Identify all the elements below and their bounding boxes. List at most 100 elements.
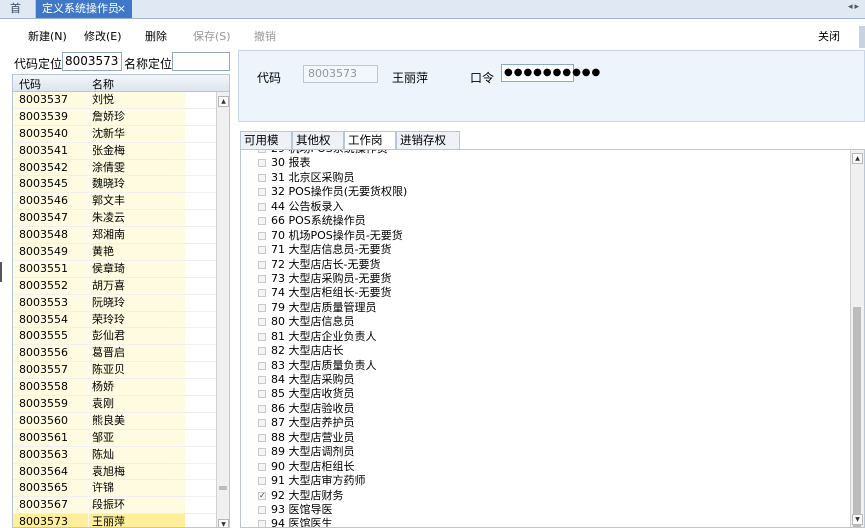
scroll-down-icon[interactable]: ▼ xyxy=(852,514,863,525)
cell-name: 袁旭梅 xyxy=(89,463,185,480)
scroll-up-icon[interactable]: ▲ xyxy=(218,96,229,107)
checkbox-checked-icon[interactable]: ✓ xyxy=(258,491,266,500)
cell-name: 陈亚贝 xyxy=(89,362,185,379)
list-item-label: 82 大型店店长 xyxy=(271,344,344,358)
cell-name: 胡万喜 xyxy=(89,277,185,294)
table-row[interactable]: 8003552 胡万喜 xyxy=(13,277,216,295)
cancel-button[interactable]: 撤销 xyxy=(254,29,276,45)
tab-define-operator[interactable]: 定义系统操作员 × xyxy=(36,0,132,18)
cell-code: 8003560 xyxy=(13,412,88,429)
cell-code: 8003540 xyxy=(13,125,88,142)
table-row[interactable]: 8003539 詹娇珍 xyxy=(13,108,216,126)
checkbox-icon[interactable] xyxy=(258,260,266,269)
checkbox-icon[interactable] xyxy=(258,404,266,413)
table-row[interactable]: 8003548 郑湘南 xyxy=(13,227,216,245)
close-tab-icon[interactable]: × xyxy=(117,0,126,17)
scroll-up-icon[interactable]: ▲ xyxy=(852,153,863,164)
checkbox-icon[interactable] xyxy=(258,246,266,255)
table-row[interactable]: 8003567 段振环 xyxy=(13,497,216,515)
cell-name: 邹亚 xyxy=(89,429,185,446)
tab-job-positions[interactable]: 工作岗位 xyxy=(344,131,396,164)
cell-code: 8003542 xyxy=(13,159,88,176)
checkbox-icon[interactable] xyxy=(258,159,266,168)
table-row[interactable]: 8003563 陈灿 xyxy=(13,446,216,464)
table-row[interactable]: 8003558 杨娇 xyxy=(13,379,216,397)
checkbox-icon[interactable] xyxy=(258,462,266,471)
table-row[interactable]: 8003549 黄艳 xyxy=(13,244,216,261)
table-row[interactable]: 8003553 阮晓玲 xyxy=(13,294,216,312)
cell-code: 8003548 xyxy=(13,227,88,244)
job-position-list: 29 机场POS系统操作员30 报表31 北京区采购员32 POS操作员(无要货… xyxy=(240,149,865,528)
close-button[interactable]: 关闭 xyxy=(818,29,840,45)
table-row[interactable]: 8003554 荣玲玲 xyxy=(13,311,216,329)
table-row[interactable]: 8003557 陈亚贝 xyxy=(13,362,216,380)
checkbox-icon[interactable] xyxy=(258,188,266,197)
position-list-scrollbar[interactable]: ▲ ▼ xyxy=(850,150,864,527)
table-row[interactable]: 8003551 侯章琦 xyxy=(13,260,216,278)
scrollbar-thumb[interactable] xyxy=(853,307,861,527)
table-row[interactable]: 8003541 张金梅 xyxy=(13,142,216,160)
table-row[interactable]: 8003573 王丽萍 xyxy=(13,514,216,527)
tab-available-modules[interactable]: 可用模块 xyxy=(240,131,292,164)
splitter-handle[interactable] xyxy=(0,262,2,282)
cell-code: 8003565 xyxy=(13,480,88,497)
tab-scroll-arrows-icon[interactable]: ◂▸ xyxy=(848,2,861,12)
checkbox-icon[interactable] xyxy=(258,231,266,240)
table-row[interactable]: 8003547 朱凌云 xyxy=(13,210,216,228)
checkbox-icon[interactable] xyxy=(258,419,266,428)
checkbox-icon[interactable] xyxy=(258,361,266,370)
cell-name: 郭文丰 xyxy=(89,193,185,210)
table-row[interactable]: 8003561 邹亚 xyxy=(13,429,216,447)
table-row[interactable]: 8003537 刘悦 xyxy=(13,92,216,109)
checkbox-icon[interactable] xyxy=(258,520,266,527)
table-row[interactable]: 8003545 魏晓玲 xyxy=(13,176,216,194)
cell-name: 彭仙君 xyxy=(89,328,185,345)
checkbox-icon[interactable] xyxy=(258,303,266,312)
table-row[interactable]: 8003560 熊良美 xyxy=(13,412,216,430)
new-button[interactable]: 新建(N) xyxy=(28,29,67,45)
tab-other-permissions[interactable]: 其他权限 xyxy=(292,131,344,164)
table-row[interactable]: 8003546 郭文丰 xyxy=(13,193,216,211)
list-item-label: 94 医馆医生 xyxy=(271,517,333,528)
column-header-name[interactable]: 名称 xyxy=(92,76,114,92)
list-item-label: 74 大型店柜组长-无要货 xyxy=(271,286,392,300)
table-row[interactable]: 8003564 袁旭梅 xyxy=(13,463,216,481)
name-locate-input[interactable] xyxy=(172,52,230,71)
checkbox-icon[interactable] xyxy=(258,390,266,399)
tab-inventory-permissions[interactable]: 进销存权限 xyxy=(396,131,460,164)
checkbox-icon[interactable] xyxy=(258,347,266,356)
table-row[interactable]: 8003540 沈新华 xyxy=(13,125,216,143)
delete-button[interactable]: 删除 xyxy=(145,29,167,45)
grid-scrollbar[interactable]: ▲ ▼ xyxy=(216,92,229,527)
cell-code: 8003561 xyxy=(13,429,88,446)
checkbox-icon[interactable] xyxy=(258,376,266,384)
table-row[interactable]: 8003556 葛晋启 xyxy=(13,345,216,363)
checkbox-icon[interactable] xyxy=(258,289,266,298)
code-locate-input[interactable]: 8003573 xyxy=(62,52,122,71)
save-button[interactable]: 保存(S) xyxy=(193,29,231,45)
checkbox-icon[interactable] xyxy=(258,150,266,153)
table-row[interactable]: 8003559 袁刚 xyxy=(13,396,216,413)
checkbox-icon[interactable] xyxy=(258,202,266,211)
password-field[interactable]: ●●●●●●●●●● xyxy=(501,64,600,82)
checkbox-icon[interactable] xyxy=(258,217,266,226)
cell-name: 张金梅 xyxy=(89,142,185,159)
column-header-code[interactable]: 代码 xyxy=(19,76,41,92)
tab-home[interactable]: 首页 xyxy=(4,0,36,32)
edit-button[interactable]: 修改(E) xyxy=(84,29,122,45)
scroll-down-icon[interactable]: ▼ xyxy=(218,519,229,527)
checkbox-icon[interactable] xyxy=(258,505,266,514)
list-item-label: 81 大型店企业负责人 xyxy=(271,329,377,343)
checkbox-icon[interactable] xyxy=(258,274,266,283)
checkbox-icon[interactable] xyxy=(258,332,266,341)
table-row[interactable]: 8003565 许锦 xyxy=(13,480,216,498)
scrollbar-thumb[interactable] xyxy=(219,486,227,490)
table-row[interactable]: 8003542 涂倩雯 xyxy=(13,159,216,177)
checkbox-icon[interactable] xyxy=(258,433,266,442)
checkbox-icon[interactable] xyxy=(258,448,266,457)
toolbar-edge xyxy=(859,26,865,48)
checkbox-icon[interactable] xyxy=(258,173,266,182)
table-row[interactable]: 8003555 彭仙君 xyxy=(13,328,216,346)
checkbox-icon[interactable] xyxy=(258,477,266,486)
checkbox-icon[interactable] xyxy=(258,318,266,327)
